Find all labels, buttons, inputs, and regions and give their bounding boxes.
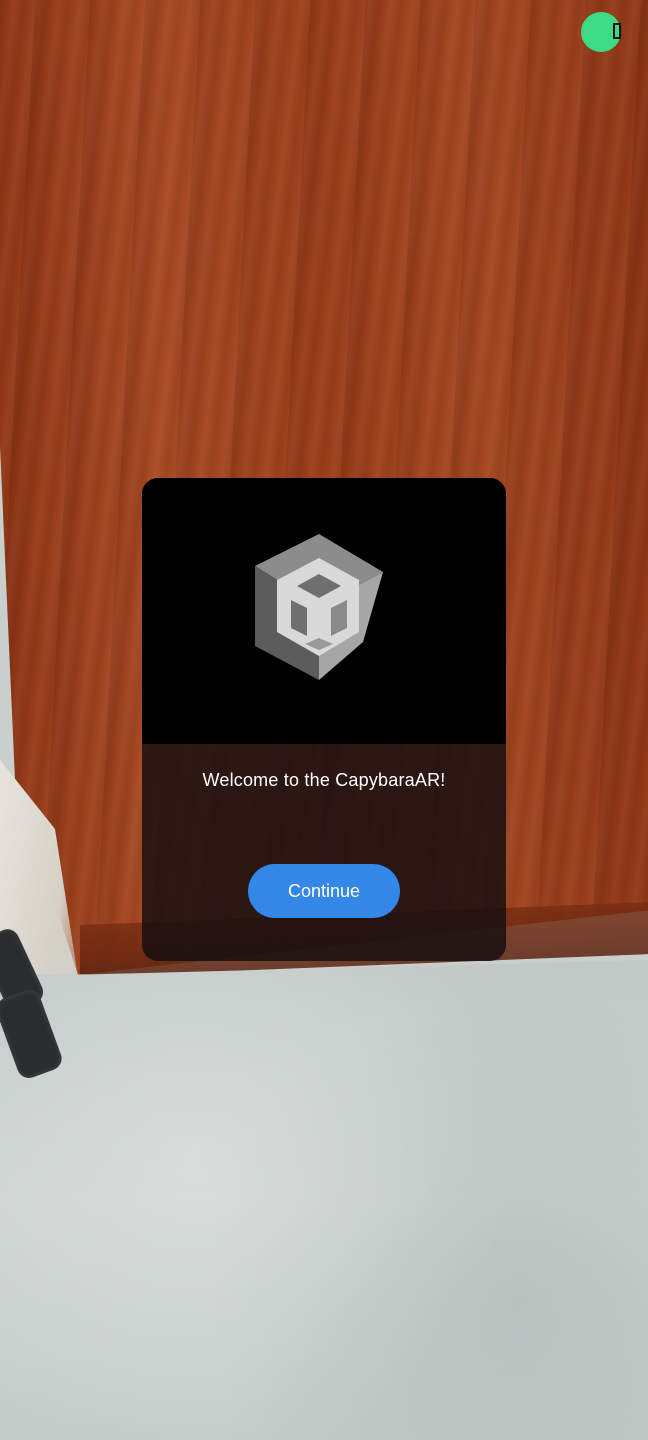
dumbbell-plate xyxy=(0,986,65,1082)
welcome-message: Welcome to the CapybaraAR! xyxy=(202,770,446,790)
recording-indicator-icon xyxy=(613,23,621,39)
camera-feed-dumbbell xyxy=(0,925,65,1082)
ar-camera-view[interactable]: Welcome to the CapybaraAR! Continue xyxy=(0,0,648,1440)
continue-button[interactable]: Continue xyxy=(248,864,400,918)
camera-feed-floor xyxy=(0,960,648,1440)
unity-cube-logo-icon xyxy=(255,534,383,680)
welcome-dialog: Welcome to the CapybaraAR! Continue xyxy=(142,478,506,961)
dialog-header xyxy=(142,478,506,744)
